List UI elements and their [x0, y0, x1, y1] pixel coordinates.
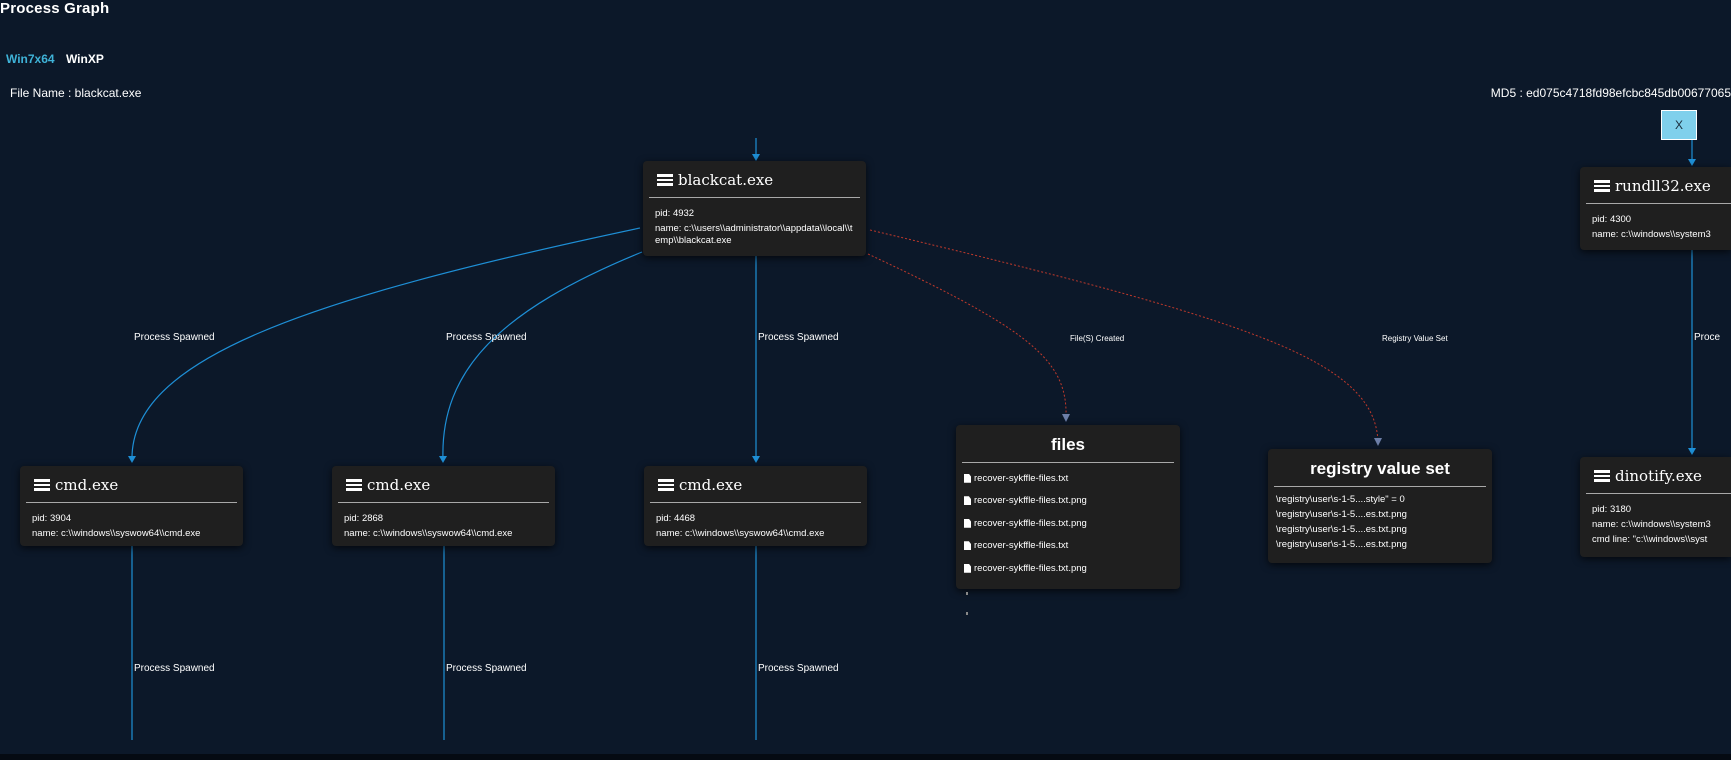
registry-item: \registry\user\s-1-5....es.txt.png: [1276, 539, 1407, 550]
edge-label-proce: Proce: [1694, 332, 1721, 343]
process-node-cmd-4468[interactable]: cmd.exe pid: 4468 name: c:\\windows\\sys…: [644, 466, 867, 546]
edge-label-spawned-cmd3: Process Spawned: [758, 332, 839, 343]
arrowhead-dinotify: [1688, 448, 1696, 455]
arrowhead-cmd1: [128, 456, 136, 463]
graph-edges: [128, 138, 1696, 740]
file-item: recover-sykffle-files.txt: [956, 467, 1180, 490]
edge-label-spawned-cmd2: Process Spawned: [446, 332, 527, 343]
edge-blackcat-cmd2: [442, 251, 643, 461]
registry-item: \registry\user\s-1-5....style" = 0: [1276, 494, 1405, 505]
node-pid: pid: 3904: [32, 513, 72, 524]
file-item: recover-sykffle-files.txt.png: [956, 557, 1180, 580]
node-title: cmd.exe: [367, 476, 431, 494]
node-header: cmd.exe: [338, 466, 549, 503]
node-header: cmd.exe: [26, 466, 237, 503]
process-icon: [657, 174, 673, 186]
node-pid: pid: 3180: [1592, 504, 1632, 515]
edge-blackcat-cmd1: [131, 227, 641, 461]
edge-label-spawned-cmd2-child: Process Spawned: [446, 663, 527, 674]
scroll-marker: [966, 612, 968, 615]
registry-item: \registry\user\s-1-5....es.txt.png: [1276, 509, 1407, 520]
node-pid: pid: 4468: [656, 513, 696, 524]
file-icon: [964, 518, 971, 528]
node-path: name: c:\\users\\administrator\\appdata\…: [655, 223, 853, 246]
process-node-cmd-2868[interactable]: cmd.exe pid: 2868 name: c:\\windows\\sys…: [332, 466, 555, 546]
files-title: files: [962, 425, 1174, 463]
node-cmdline: cmd line: "c:\\windows\\syst: [1592, 534, 1708, 545]
process-icon: [34, 479, 50, 491]
node-title: cmd.exe: [55, 476, 119, 494]
arrowhead-cmd2: [439, 456, 447, 463]
process-icon: [1594, 470, 1610, 482]
file-item: recover-sykffle-files.txt.png: [956, 512, 1180, 535]
arrowhead-blackcat: [752, 154, 760, 161]
edge-label-registry-set: Registry Value Set: [1382, 334, 1448, 343]
registry-item: \registry\user\s-1-5....es.txt.png: [1276, 524, 1407, 535]
close-button[interactable]: X: [1661, 110, 1697, 140]
node-header: rundll32.exe: [1586, 167, 1731, 204]
node-path: name: c:\\windows\\syswow64\\cmd.exe: [32, 528, 201, 539]
node-path: name: c:\\windows\\system3: [1592, 229, 1711, 240]
registry-title: registry value set: [1274, 449, 1486, 487]
edge-label-spawned-cmd3-child: Process Spawned: [758, 663, 839, 674]
node-path: name: c:\\windows\\system3: [1592, 519, 1711, 530]
process-icon: [1594, 180, 1610, 192]
process-node-rundll32[interactable]: rundll32.exe pid: 4300 name: c:\\windows…: [1580, 167, 1731, 250]
file-item: recover-sykffle-files.txt.png: [956, 490, 1180, 513]
node-path: name: c:\\windows\\syswow64\\cmd.exe: [656, 528, 825, 539]
node-title: rundll32.exe: [1615, 177, 1711, 195]
node-path: name: c:\\windows\\syswow64\\cmd.exe: [344, 528, 513, 539]
node-header: blackcat.exe: [649, 161, 860, 198]
edge-label-spawned-cmd1: Process Spawned: [134, 332, 215, 343]
node-pid: pid: 4932: [655, 208, 695, 219]
process-node-blackcat[interactable]: blackcat.exe pid: 4932 name: c:\\users\\…: [643, 161, 866, 256]
node-title: cmd.exe: [679, 476, 743, 494]
arrowhead-files: [1062, 414, 1070, 422]
arrowhead-rundll: [1688, 159, 1696, 166]
process-node-cmd-3904[interactable]: cmd.exe pid: 3904 name: c:\\windows\\sys…: [20, 466, 243, 546]
edge-label-files-created: File(S) Created: [1070, 334, 1125, 343]
node-header: dinotify.exe: [1586, 457, 1731, 494]
node-pid: pid: 2868: [344, 513, 384, 524]
node-header: cmd.exe: [650, 466, 861, 503]
process-node-dinotify[interactable]: dinotify.exe pid: 3180 name: c:\\windows…: [1580, 457, 1731, 557]
process-icon: [658, 479, 674, 491]
file-icon: [964, 541, 971, 551]
arrowhead-cmd3: [752, 456, 760, 463]
process-icon: [346, 479, 362, 491]
registry-value-set-node[interactable]: registry value set \registry\user\s-1-5.…: [1268, 449, 1492, 563]
node-pid: pid: 4300: [1592, 214, 1632, 225]
node-title: blackcat.exe: [678, 171, 774, 189]
edge-blackcat-files: [867, 253, 1067, 419]
node-title: dinotify.exe: [1615, 467, 1702, 485]
file-icon: [964, 473, 971, 483]
file-icon: [964, 496, 971, 506]
arrowhead-registry: [1374, 438, 1382, 446]
bottom-bar: [0, 754, 1731, 760]
scroll-marker: [966, 592, 968, 595]
file-item: recover-sykffle-files.txt: [956, 535, 1180, 558]
file-icon: [964, 563, 971, 573]
edge-label-spawned-cmd1-child: Process Spawned: [134, 663, 215, 674]
files-created-node[interactable]: files recover-sykffle-files.txt recover-…: [956, 425, 1180, 589]
